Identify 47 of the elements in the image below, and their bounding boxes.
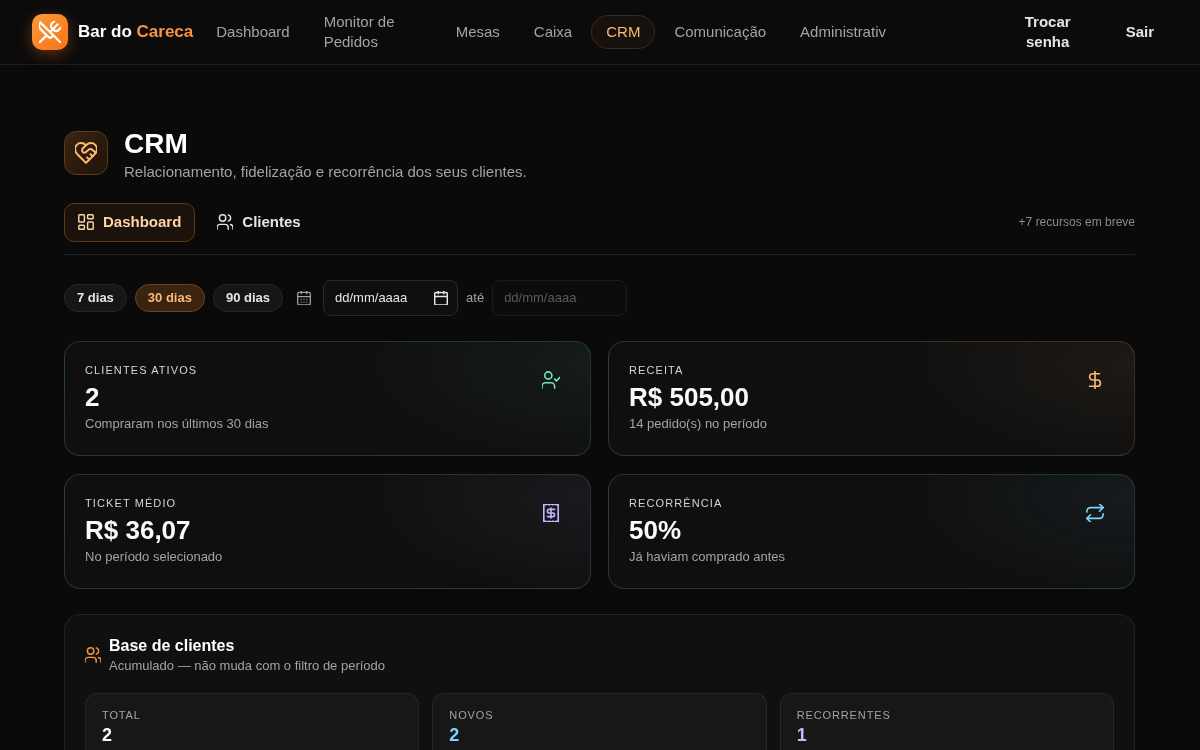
period-button[interactable]: 30 dias xyxy=(134,283,205,312)
metric-label: TOTAL xyxy=(102,707,142,722)
calendar-icon xyxy=(297,290,312,305)
layout-grid-icon xyxy=(78,214,94,231)
date-field[interactable]: dd/mm/aaaa xyxy=(323,279,459,316)
header-action-link[interactable]: Sair xyxy=(1111,15,1168,49)
stat-label: CLIENTES ATIVOS xyxy=(85,362,199,377)
stat-value: 2 xyxy=(85,380,101,413)
upcoming-features-note: +7 recursos em breve xyxy=(1018,214,1135,232)
nav-link[interactable]: Dashboard xyxy=(201,14,305,50)
calendar-icon[interactable] xyxy=(434,290,449,305)
metric-value: 2 xyxy=(102,723,113,747)
stat-note: Compraram nos últimos 30 dias xyxy=(85,414,269,433)
section-tab[interactable]: Dashboard xyxy=(64,203,196,242)
stat-note: Já haviam comprado antes xyxy=(629,547,786,566)
stat-value: R$ 36,07 xyxy=(85,513,192,546)
heart-handshake-icon xyxy=(64,131,108,175)
stat-label: RECEITA xyxy=(629,362,685,377)
stat-label: RECORRÊNCIA xyxy=(629,495,724,510)
stat-value: 50% xyxy=(629,513,683,546)
nav-link[interactable]: Monitor de Pedidos xyxy=(308,4,437,60)
stat-value: R$ 505,00 xyxy=(629,380,750,413)
page-subtitle: Relacionamento, fidelização e recorrência dos seus clientes. xyxy=(124,162,527,182)
period-button[interactable]: 90 dias xyxy=(212,283,284,312)
section-tab[interactable]: Clientes xyxy=(203,203,315,242)
nav-link[interactable]: Administrativ xyxy=(785,14,901,50)
users-icon xyxy=(217,214,234,231)
nav-link[interactable]: CRM xyxy=(591,14,656,50)
stat-label: TICKET MÉDIO xyxy=(85,495,178,510)
metric-value: 2 xyxy=(449,723,461,747)
metric-label: NOVOS xyxy=(449,707,495,722)
page-title: CRM xyxy=(124,127,189,161)
nav-link[interactable]: Caixa xyxy=(518,14,588,50)
stat-note: No período selecionado xyxy=(85,547,223,566)
metric-label: RECORRENTES xyxy=(796,707,892,722)
fork-knife-icon[interactable] xyxy=(32,14,68,50)
users-icon xyxy=(85,646,101,663)
nav-link[interactable]: Comunicação xyxy=(659,14,782,50)
section-title: Base de clientes xyxy=(109,635,236,656)
range-separator-label: até xyxy=(466,288,485,307)
nav-link[interactable]: Mesas xyxy=(440,14,515,50)
header-action-link[interactable]: Trocar senha xyxy=(1007,5,1088,59)
brand-name[interactable]: Bar do Careca xyxy=(78,19,194,45)
stat-note: 14 pedido(s) no período xyxy=(629,414,768,433)
metric-value: 1 xyxy=(796,723,808,747)
section-subtitle: Acumulado — não muda com o filtro de período xyxy=(109,656,386,675)
period-button[interactable]: 7 dias xyxy=(64,283,127,312)
